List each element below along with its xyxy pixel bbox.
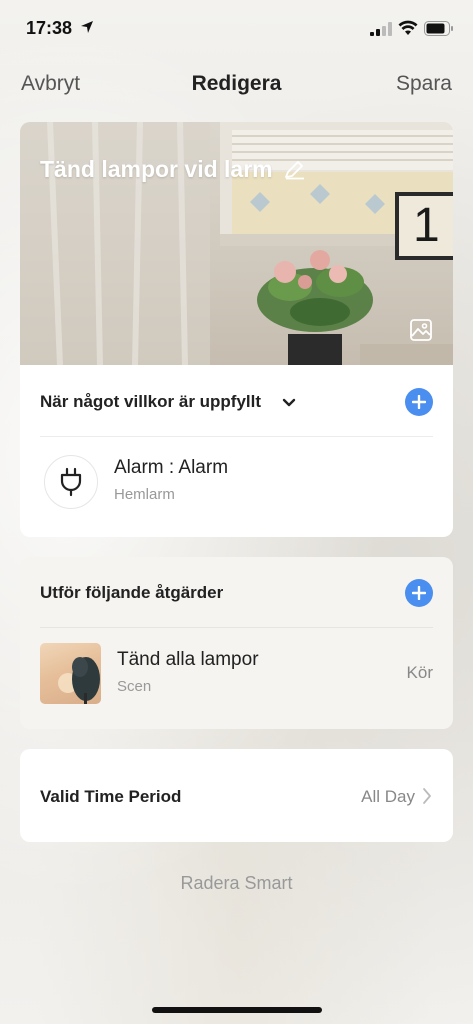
- wifi-icon: [398, 20, 418, 41]
- battery-icon: [424, 21, 454, 41]
- hero-sign-number: 1: [413, 199, 440, 252]
- time-period-label: Valid Time Period: [40, 787, 182, 806]
- scene-name[interactable]: Tänd lampor vid larm: [40, 156, 273, 183]
- scene-cover-image[interactable]: 1 Tänd lampor vid larm: [20, 122, 453, 365]
- condition-title[interactable]: Alarm : Alarm: [114, 457, 228, 479]
- add-condition-button[interactable]: [405, 388, 433, 416]
- home-indicator[interactable]: [152, 1007, 322, 1013]
- actions-heading: Utför följande åtgärder: [40, 583, 224, 602]
- divider: [40, 627, 433, 628]
- run-action-button[interactable]: Kör: [407, 663, 433, 683]
- actions-card: Utför följande åtgärder Tänd alla lampor…: [20, 557, 453, 729]
- time-period-value: All Day: [361, 787, 415, 806]
- delete-smart-button[interactable]: Radera Smart: [0, 873, 473, 894]
- scene-card: 1 Tänd lampor vid larm När något villkor…: [20, 122, 453, 537]
- save-button[interactable]: Spara: [396, 72, 452, 96]
- conditions-heading[interactable]: När något villkor är uppfyllt: [40, 392, 261, 412]
- chevron-right-icon: [422, 787, 432, 810]
- action-subtitle: Scen: [117, 678, 152, 695]
- action-title[interactable]: Tänd alla lampor: [117, 649, 259, 671]
- status-bar: 17:38: [0, 0, 473, 56]
- nav-bar: Avbryt Redigera Spara: [0, 66, 473, 102]
- chevron-down-icon[interactable]: [282, 395, 296, 413]
- plus-icon: [412, 586, 426, 600]
- scene-thumbnail: [40, 643, 101, 704]
- time-period-row[interactable]: Valid Time Period All Day: [20, 749, 453, 842]
- condition-subtitle: Hemlarm: [114, 486, 175, 503]
- cellular-signal-icon: [370, 22, 392, 41]
- plus-icon: [412, 395, 426, 409]
- divider: [40, 436, 433, 437]
- plug-icon: [44, 455, 98, 509]
- add-action-button[interactable]: [405, 579, 433, 607]
- status-time: 17:38: [26, 18, 73, 38]
- location-arrow-icon: [80, 20, 94, 39]
